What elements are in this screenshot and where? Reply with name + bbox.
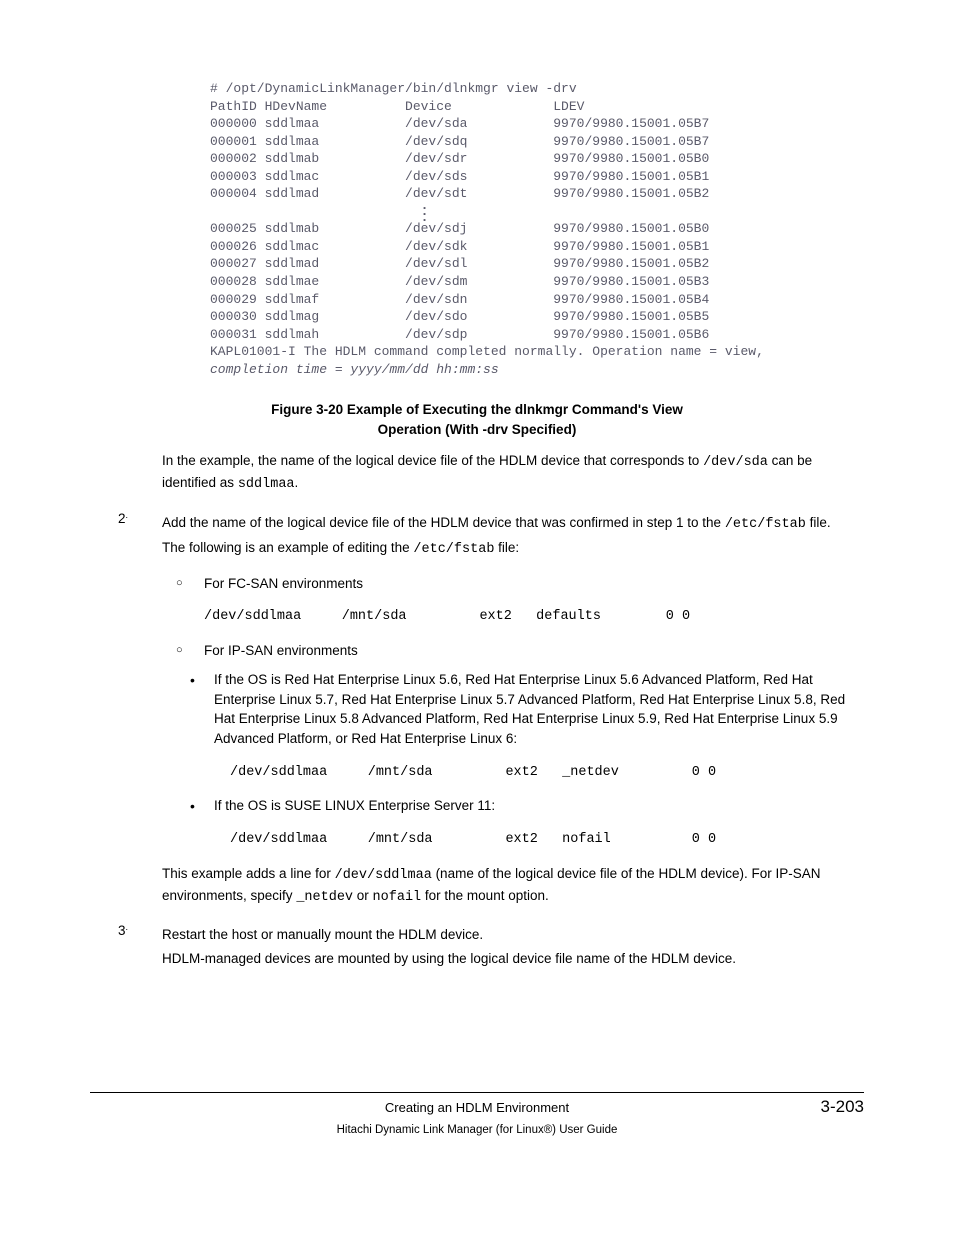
inline-code: /dev/sda xyxy=(703,455,768,470)
dot: . xyxy=(126,510,129,520)
inline-code: nofail xyxy=(373,890,422,905)
terminal-row: 000029 sddlmaf /dev/sdn 9970/9980.15001.… xyxy=(210,291,864,309)
terminal-row: 000027 sddlmad /dev/sdl 9970/9980.15001.… xyxy=(210,255,864,273)
text: or xyxy=(353,888,373,903)
bullet-ip-san: ○ For IP-SAN environments xyxy=(176,641,358,661)
num: 2 xyxy=(118,511,126,526)
num: 3 xyxy=(118,923,126,938)
code-fc-san: /dev/sddlmaa /mnt/sda ext2 defaults 0 0 xyxy=(204,607,864,627)
figure-caption-line1: Figure 3-20 Example of Executing the dln… xyxy=(271,402,683,417)
inline-code: /etc/fstab xyxy=(725,517,806,532)
circle-bullet-icon: ○ xyxy=(176,574,204,594)
inline-code: _netdev xyxy=(296,890,353,905)
figure-caption: Figure 3-20 Example of Executing the dln… xyxy=(90,400,864,439)
terminal-row: 000001 sddlmaa /dev/sdq 9970/9980.15001.… xyxy=(210,133,864,151)
text: The following is an example of editing t… xyxy=(162,540,413,555)
sub-bullet-suse: • If the OS is SUSE LINUX Enterprise Ser… xyxy=(190,796,495,816)
text: This example adds a line for xyxy=(162,866,335,881)
bullet-text: For FC-SAN environments xyxy=(204,574,363,594)
page-footer: Creating an HDLM Environment 3-203 Hitac… xyxy=(90,1092,864,1138)
terminal-row: 000028 sddlmae /dev/sdm 9970/9980.15001.… xyxy=(210,273,864,291)
step-2-text: Add the name of the logical device file … xyxy=(162,513,831,535)
inline-code: /etc/fstab xyxy=(413,542,494,557)
intro-paragraph: In the example, the name of the logical … xyxy=(162,451,864,494)
step-2: 2. Add the name of the logical device fi… xyxy=(118,509,831,564)
figure-caption-line2: Operation (With -drv Specified) xyxy=(378,422,577,437)
vertical-ellipsis-icon: . . . xyxy=(210,203,864,221)
terminal-row: 000031 sddlmah /dev/sdp 9970/9980.15001.… xyxy=(210,326,864,344)
text: In the example, the name of the logical … xyxy=(162,453,703,468)
circle-bullet-icon: ○ xyxy=(176,641,204,661)
terminal-row: 000003 sddlmac /dev/sds 9970/9980.15001.… xyxy=(210,168,864,186)
text: Add the name of the logical device file … xyxy=(162,515,725,530)
sub-bullet-text: If the OS is SUSE LINUX Enterprise Serve… xyxy=(214,796,495,816)
terminal-row: 000030 sddlmag /dev/sdo 9970/9980.15001.… xyxy=(210,308,864,326)
terminal-row: 000002 sddlmab /dev/sdr 9970/9980.15001.… xyxy=(210,150,864,168)
inline-code: /dev/sddlmaa xyxy=(335,868,432,883)
footer-doc-title: Hitachi Dynamic Link Manager (for Linux®… xyxy=(90,1122,864,1139)
page-number: 3-203 xyxy=(784,1095,864,1120)
code-rhel: /dev/sddlmaa /mnt/sda ext2 _netdev 0 0 xyxy=(230,763,864,783)
footer-rule xyxy=(90,1092,864,1093)
code-suse: /dev/sddlmaa /mnt/sda ext2 nofail 0 0 xyxy=(230,830,864,850)
list-marker: 3. xyxy=(118,921,162,972)
bullet-fc-san: ○ For FC-SAN environments xyxy=(176,574,363,594)
step-3-line1: Restart the host or manually mount the H… xyxy=(162,925,736,945)
text: file: xyxy=(494,540,519,555)
text: . xyxy=(295,475,299,490)
terminal-command: # /opt/DynamicLinkManager/bin/dlnkmgr vi… xyxy=(210,80,864,98)
terminal-output: # /opt/DynamicLinkManager/bin/dlnkmgr vi… xyxy=(90,80,864,378)
filled-bullet-icon: • xyxy=(190,796,214,816)
step-2-example-intro: The following is an example of editing t… xyxy=(162,538,831,560)
outro-paragraph: This example adds a line for /dev/sddlma… xyxy=(162,864,864,907)
sub-bullet-rhel: • If the OS is Red Hat Enterprise Linux … xyxy=(190,670,864,748)
terminal-message: completion time = yyyy/mm/dd hh:mm:ss xyxy=(210,361,864,379)
list-marker: 2. xyxy=(118,509,162,564)
terminal-header: PathID HDevName Device LDEV xyxy=(210,98,864,116)
sub-bullet-text: If the OS is Red Hat Enterprise Linux 5.… xyxy=(214,670,864,748)
terminal-row: 000000 sddlmaa /dev/sda 9970/9980.15001.… xyxy=(210,115,864,133)
bullet-text: For IP-SAN environments xyxy=(204,641,358,661)
inline-code: sddlmaa xyxy=(238,477,295,492)
terminal-message: KAPL01001-I The HDLM command completed n… xyxy=(210,343,864,361)
text: for the mount option. xyxy=(421,888,549,903)
terminal-row: 000026 sddlmac /dev/sdk 9970/9980.15001.… xyxy=(210,238,864,256)
terminal-row: 000025 sddlmab /dev/sdj 9970/9980.15001.… xyxy=(210,220,864,238)
footer-section-title: Creating an HDLM Environment xyxy=(170,1099,784,1118)
step-3-line2: HDLM-managed devices are mounted by usin… xyxy=(162,949,736,969)
filled-bullet-icon: • xyxy=(190,670,214,748)
text: file. xyxy=(806,515,831,530)
step-3: 3. Restart the host or manually mount th… xyxy=(118,921,736,972)
dot: . xyxy=(126,922,129,932)
